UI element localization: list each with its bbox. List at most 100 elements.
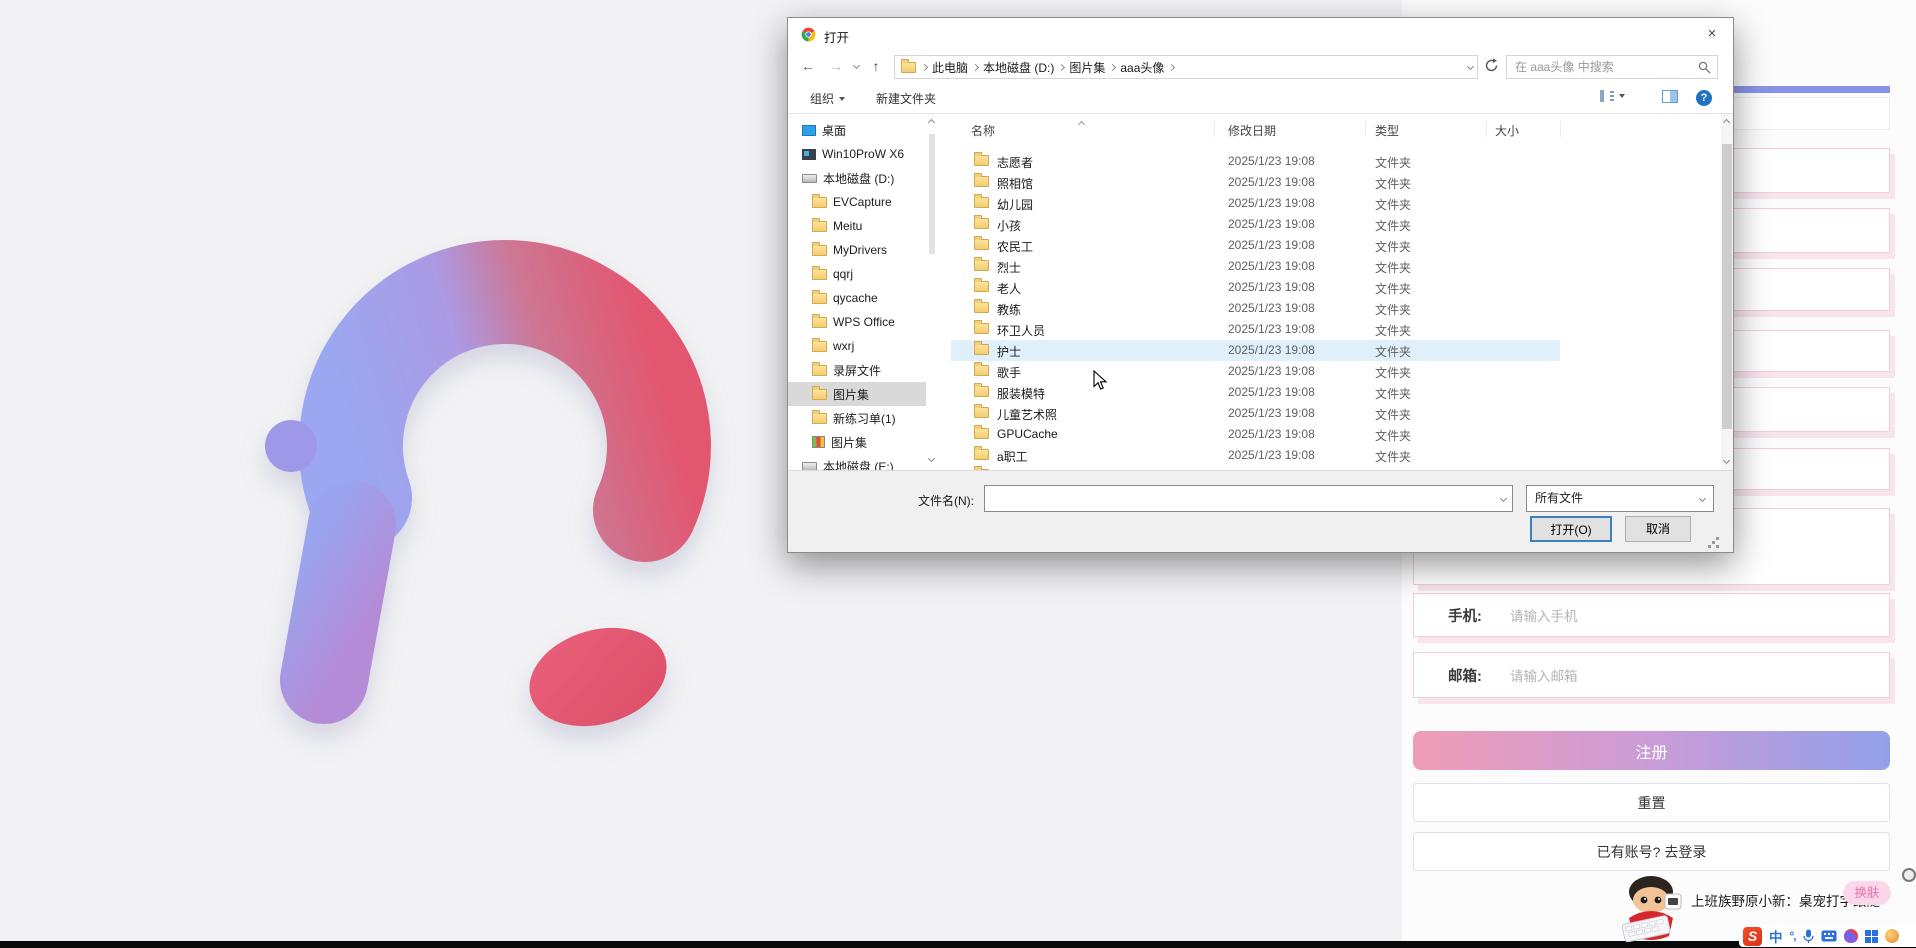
table-row[interactable]: a职工 2025/1/23 19:08 文件夹 <box>951 445 1560 466</box>
table-row[interactable]: 儿童艺术照 2025/1/23 19:08 文件夹 <box>951 403 1560 424</box>
table-row[interactable]: 小孩 2025/1/23 19:08 文件夹 <box>951 214 1560 235</box>
sogou-logo-icon[interactable]: S <box>1743 927 1762 946</box>
filetype-select[interactable]: 所有文件 <box>1526 485 1714 512</box>
view-mode-button[interactable] <box>1600 90 1625 102</box>
tree-item[interactable]: qycache <box>788 286 926 310</box>
scroll-up-icon[interactable] <box>928 119 935 126</box>
ime-mode-chinese[interactable]: 中 <box>1769 926 1783 946</box>
tree-item[interactable]: 本地磁盘 (D:) <box>788 166 926 190</box>
up-button[interactable]: ↑ <box>864 54 888 78</box>
column-header-date[interactable]: 修改日期 <box>1228 122 1276 139</box>
file-date: 2025/1/23 19:08 <box>1228 364 1315 378</box>
filename-input[interactable] <box>989 488 1489 509</box>
tree-item[interactable]: 图片集 <box>788 430 926 454</box>
tree-item[interactable]: 桌面 <box>788 118 926 142</box>
tree-item[interactable]: Meitu <box>788 214 926 238</box>
email-field[interactable]: 邮箱: 请输入邮箱 <box>1413 652 1890 698</box>
email-label: 邮箱: <box>1448 665 1510 686</box>
search-box[interactable] <box>1506 55 1718 79</box>
tree-item[interactable]: EVCapture <box>788 190 926 214</box>
skin-paw-icon[interactable] <box>1844 929 1858 943</box>
address-bar[interactable]: 此电脑 本地磁盘 (D:) 图片集 aaa头像 <box>894 55 1478 79</box>
sort-ascending-icon <box>1078 121 1085 128</box>
tree-item[interactable]: 图片集 <box>788 382 926 406</box>
folder-icon <box>812 389 827 400</box>
table-row[interactable]: 烈士 2025/1/23 19:08 文件夹 <box>951 256 1560 277</box>
reset-button[interactable]: 重置 <box>1413 783 1890 822</box>
back-button[interactable]: ← <box>796 54 820 78</box>
keyboard-icon[interactable] <box>1821 930 1837 942</box>
phone-field[interactable]: 手机: 请输入手机 <box>1413 593 1890 637</box>
tree-item[interactable]: 本地磁盘 (E:) <box>788 454 926 470</box>
breadcrumb-item[interactable]: 此电脑 <box>927 59 973 76</box>
file-name: 小孩 <box>997 217 1021 234</box>
scroll-down-icon[interactable] <box>928 455 935 462</box>
file-name: 教练 <box>997 301 1021 318</box>
organize-button[interactable]: 组织 <box>810 90 845 107</box>
tree-item[interactable]: WPS Office <box>788 310 926 334</box>
scroll-down-icon[interactable] <box>1723 457 1730 464</box>
tree-item[interactable]: MyDrivers <box>788 238 926 262</box>
scroll-up-icon[interactable] <box>1723 119 1730 126</box>
table-row[interactable]: 照相馆 2025/1/23 19:08 文件夹 <box>951 172 1560 193</box>
column-header-size[interactable]: 大小 <box>1495 122 1519 139</box>
table-row[interactable]: 歌手 2025/1/23 19:08 文件夹 <box>951 361 1560 382</box>
table-row[interactable]: 服装模特 2025/1/23 19:08 文件夹 <box>951 382 1560 403</box>
ime-toolbar[interactable]: S 中 °, <box>1739 925 1916 947</box>
open-button[interactable]: 打开(O) <box>1530 516 1612 542</box>
cancel-button[interactable]: 取消 <box>1625 516 1691 542</box>
widget-close-icon[interactable] <box>1902 868 1916 882</box>
tree-item[interactable]: qqrj <box>788 262 926 286</box>
desktop-pet-widget[interactable]: 上班族野原小新：桌宠打字跟随 换肤 <box>1615 868 1916 928</box>
tree-item[interactable]: 录屏文件 <box>788 358 926 382</box>
table-row[interactable]: 教练 2025/1/23 19:08 文件夹 <box>951 298 1560 319</box>
resize-grip[interactable] <box>1716 537 1719 540</box>
tree-item[interactable]: Win10ProW X6 <box>788 142 926 166</box>
breadcrumb-item[interactable]: 图片集 <box>1064 59 1110 76</box>
file-type: 文件夹 <box>1375 322 1411 339</box>
email-input[interactable]: 请输入邮箱 <box>1510 665 1578 685</box>
phone-input[interactable]: 请输入手机 <box>1510 605 1578 625</box>
table-row[interactable]: 护士 2025/1/23 19:08 文件夹 <box>951 340 1560 361</box>
tree-scroll-thumb[interactable] <box>929 134 935 254</box>
table-row[interactable]: 环卫人员 2025/1/23 19:08 文件夹 <box>951 319 1560 340</box>
refresh-icon[interactable] <box>1484 58 1499 73</box>
table-row[interactable]: GPUCache 2025/1/23 19:08 文件夹 <box>951 424 1560 445</box>
history-chevron-icon[interactable] <box>853 62 860 69</box>
list-scroll-thumb[interactable] <box>1722 144 1732 429</box>
breadcrumb-item[interactable]: aaa头像 <box>1115 59 1169 76</box>
column-header-name[interactable]: 名称 <box>971 122 995 139</box>
breadcrumb-item[interactable]: 本地磁盘 (D:) <box>978 59 1059 76</box>
tree-item[interactable]: wxrj <box>788 334 926 358</box>
preview-pane-button[interactable] <box>1662 90 1678 103</box>
close-icon[interactable]: × <box>1701 23 1723 45</box>
column-header-type[interactable]: 类型 <box>1375 122 1399 139</box>
dialog-title: 打开 <box>824 27 849 46</box>
register-button[interactable]: 注册 <box>1413 731 1890 770</box>
file-type: 文件夹 <box>1375 238 1411 255</box>
tree-scrollbar[interactable] <box>926 114 938 470</box>
table-row[interactable]: 志愿者 2025/1/23 19:08 文件夹 <box>951 151 1560 172</box>
change-skin-button[interactable]: 换肤 <box>1843 881 1891 905</box>
address-dropdown-icon[interactable] <box>1467 63 1474 70</box>
toolbox-grid-icon[interactable] <box>1865 930 1878 943</box>
dialog-command-bar: 组织 新建文件夹 ? <box>788 82 1733 114</box>
folder-icon <box>812 293 827 304</box>
search-input[interactable] <box>1507 60 1698 74</box>
table-row[interactable]: 农民工 2025/1/23 19:08 文件夹 <box>951 235 1560 256</box>
list-scrollbar[interactable] <box>1721 114 1733 470</box>
table-row[interactable]: 幼儿园 2025/1/23 19:08 文件夹 <box>951 193 1560 214</box>
login-link-button[interactable]: 已有账号? 去登录 <box>1413 832 1890 871</box>
new-folder-button[interactable]: 新建文件夹 <box>876 90 936 107</box>
help-button[interactable]: ? <box>1696 90 1712 106</box>
emoji-icon[interactable] <box>1885 929 1899 943</box>
filename-combo[interactable] <box>984 485 1513 512</box>
microphone-icon[interactable] <box>1803 929 1814 944</box>
table-row[interactable]: 老人 2025/1/23 19:08 文件夹 <box>951 277 1560 298</box>
dialog-title-bar[interactable]: 打开 × <box>788 18 1733 51</box>
forward-button[interactable]: → <box>824 54 848 78</box>
folder-icon <box>812 341 827 352</box>
tree-item[interactable]: 新练习单(1) <box>788 406 926 430</box>
combo-dropdown-icon[interactable] <box>1500 495 1507 502</box>
ime-punctuation-icon[interactable]: °, <box>1790 929 1796 943</box>
